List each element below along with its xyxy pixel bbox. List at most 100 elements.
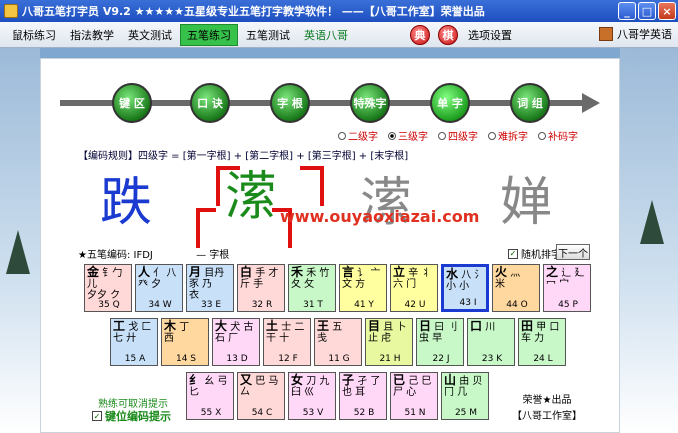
key-main-root: 子: [342, 373, 355, 387]
key-j[interactable]: 日 曰 刂虫 早 22 J: [416, 318, 464, 366]
nav-phrases[interactable]: 词 组: [510, 83, 550, 123]
menu-settings[interactable]: 选项设置: [462, 25, 518, 45]
key-code: 25 M: [454, 408, 478, 418]
key-g[interactable]: 王 五戋 11 G: [314, 318, 362, 366]
maximize-button[interactable]: □: [638, 2, 656, 20]
key-i[interactable]: 水 八 氵小 小 43 I: [441, 264, 489, 312]
key-w[interactable]: 人 亻 八癶 夕 34 W: [135, 264, 183, 312]
key-root-line: 由 贝: [456, 376, 483, 387]
char-done: 跌: [100, 173, 153, 233]
menu-wubi-test[interactable]: 五笔测试: [240, 25, 296, 45]
key-root-line: 七 廾: [113, 333, 137, 344]
key-main-root: 木: [164, 319, 177, 333]
window-controls: _ □ ×: [618, 2, 676, 20]
radio-hard[interactable]: 难拆字: [488, 128, 528, 143]
key-root-line: 士 二: [278, 322, 305, 333]
radio-level2[interactable]: 二级字: [338, 128, 378, 143]
key-main-root: 大: [215, 319, 228, 333]
chess-button[interactable]: 棋: [438, 24, 458, 45]
key-root-line: 刀 九: [303, 376, 330, 387]
key-s[interactable]: 木 丁西 14 S: [161, 318, 209, 366]
key-roots: 大 犬 古石 厂: [215, 319, 259, 344]
key-root-line: 夂 攵: [291, 279, 315, 290]
key-t[interactable]: 禾 禾 竹夂 攵 31 T: [288, 264, 336, 312]
key-main-root: 金: [87, 265, 100, 279]
key-root-line: 手 才: [252, 268, 279, 279]
key-main-root: 又: [240, 373, 253, 387]
close-button[interactable]: ×: [658, 2, 676, 20]
radio-supplement[interactable]: 补码字: [538, 128, 578, 143]
key-main-root: 纟: [189, 373, 202, 387]
key-roots: 纟 幺 弓匕: [189, 373, 233, 398]
key-k[interactable]: 口 川 23 K: [467, 318, 515, 366]
key-c[interactable]: 又 巴 马厶 54 C: [237, 372, 285, 420]
key-root-line: 辛 丬: [405, 268, 432, 279]
key-root-line: 幺 弓: [201, 376, 228, 387]
nav-radicals[interactable]: 字 根: [270, 83, 310, 123]
radio-level3[interactable]: 三级字: [388, 128, 428, 143]
key-code: 51 N: [404, 408, 426, 418]
radio-level4[interactable]: 四级字: [438, 128, 478, 143]
key-main-root: 禾: [291, 265, 304, 279]
nav-keyboard-area[interactable]: 键 区: [112, 83, 152, 123]
menu-bar: 鼠标练习 指法教学 英文测试 五笔练习 五笔测试 英语八哥 典 棋 选项设置 八…: [0, 22, 678, 48]
key-o[interactable]: 火 灬米 44 O: [492, 264, 540, 312]
key-roots: 金 钅勹 儿夕夕 ク: [87, 265, 131, 301]
key-root-line: 西: [164, 333, 174, 344]
key-f[interactable]: 土 士 二干 十 12 F: [263, 318, 311, 366]
nav-arrow-icon: [582, 93, 600, 113]
key-n[interactable]: 已 己 巳尸 心 51 N: [390, 372, 438, 420]
key-u[interactable]: 立 辛 丬六 门 42 U: [390, 264, 438, 312]
key-roots: 日 曰 刂虫 早: [419, 319, 463, 344]
key-root-line: 癶 夕: [138, 279, 162, 290]
key-main-root: 言: [342, 265, 355, 279]
learn-english-link[interactable]: 八哥学英语: [617, 26, 672, 42]
key-p[interactable]: 之 辶 廴冖 宀 45 P: [543, 264, 591, 312]
key-code: 31 T: [303, 300, 323, 310]
key-root-line: 戈 匚: [125, 322, 152, 333]
minimize-button[interactable]: _: [618, 2, 636, 20]
key-h[interactable]: 目 且 卜止 虍 21 H: [365, 318, 413, 366]
key-roots: 禾 禾 竹夂 攵: [291, 265, 335, 290]
menu-english-bage[interactable]: 英语八哥: [298, 25, 354, 45]
key-main-root: 月: [189, 265, 202, 279]
key-a[interactable]: 工 戈 匚七 廾 15 A: [110, 318, 158, 366]
key-roots: 月 目丹豕 乃衣: [189, 265, 233, 301]
checkbox-icon: ✓: [508, 248, 518, 259]
nav-single-char[interactable]: 单 字: [430, 83, 470, 123]
key-main-root: 目: [368, 319, 381, 333]
key-roots: 田 甲 口车 力: [521, 320, 565, 344]
key-root-line: 冂 几: [444, 387, 468, 398]
key-y[interactable]: 言 讠 亠文 方 41 Y: [339, 264, 387, 312]
nav-mnemonic[interactable]: 口 诀: [190, 83, 230, 123]
key-x[interactable]: 纟 幺 弓匕 55 X: [186, 372, 234, 420]
key-root-line: 川: [482, 322, 496, 333]
key-code: 12 F: [278, 354, 298, 364]
key-b[interactable]: 子 孑 了也 耳 52 B: [339, 372, 387, 420]
key-main-root: 日: [419, 319, 432, 333]
dictionary-button[interactable]: 典: [410, 24, 430, 45]
menu-mouse-practice[interactable]: 鼠标练习: [6, 25, 62, 45]
key-code: 14 S: [175, 354, 197, 364]
key-root-line: 也 耳: [342, 387, 366, 398]
key-e[interactable]: 月 目丹豕 乃衣 33 E: [186, 264, 234, 312]
key-code-hint-toggle[interactable]: ✓ 键位编码提示: [92, 408, 171, 424]
key-code: 24 L: [533, 354, 553, 364]
key-root-line: 尸 心: [393, 387, 417, 398]
key-root-line: 辶 廴: [558, 268, 585, 279]
key-root-line: 臼 巛: [291, 387, 315, 398]
menu-english-test[interactable]: 英文测试: [122, 25, 178, 45]
credit-text: 荣誉★出品 【八哥工作室】: [512, 395, 582, 422]
key-v[interactable]: 女 刀 九臼 巛 53 V: [288, 372, 336, 420]
menu-wubi-practice[interactable]: 五笔练习: [180, 23, 238, 46]
key-root-line: 干 十: [266, 333, 290, 344]
key-l[interactable]: 田 甲 口车 力 24 L: [518, 318, 566, 366]
key-r[interactable]: 白 手 才斤 手 32 R: [237, 264, 285, 312]
nav-special-chars[interactable]: 特殊字: [350, 83, 390, 123]
random-order-checkbox[interactable]: ✓ 随机排字: [508, 246, 561, 261]
next-button[interactable]: 下一个: [556, 244, 590, 260]
key-q[interactable]: 金 钅勹 儿夕夕 ク 35 Q: [84, 264, 132, 312]
key-m[interactable]: 山 由 贝冂 几 25 M: [441, 372, 489, 420]
menu-fingering[interactable]: 指法教学: [64, 25, 120, 45]
key-d[interactable]: 大 犬 古石 厂 13 D: [212, 318, 260, 366]
